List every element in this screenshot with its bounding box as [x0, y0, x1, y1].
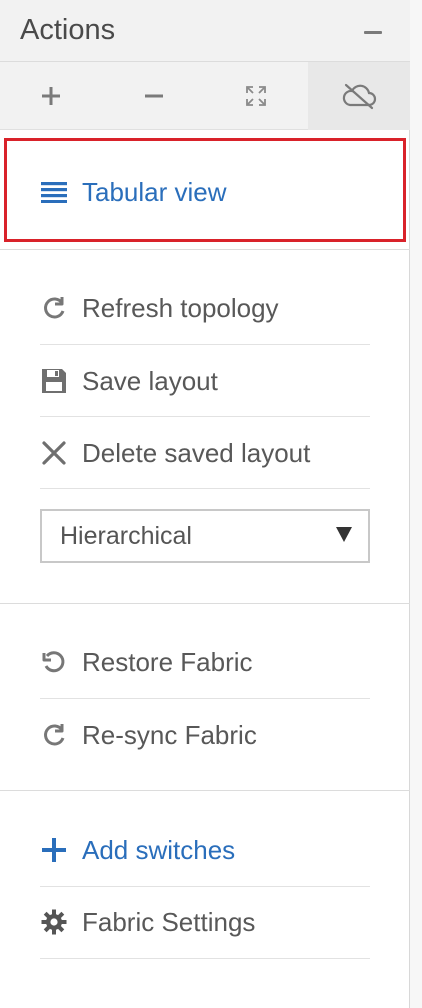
- save-layout-label: Save layout: [82, 365, 218, 396]
- refresh-icon: [40, 721, 68, 749]
- topology-toolbar: [0, 62, 410, 130]
- zoom-in-icon: [42, 87, 61, 105]
- actions-panel: Actions Tabular view Refresh topology Sa…: [0, 0, 410, 1008]
- undo-icon: [40, 648, 68, 676]
- resync-fabric-button[interactable]: Re-sync Fabric: [40, 699, 370, 771]
- fit-screen-icon: [246, 86, 267, 106]
- delete-saved-layout-button[interactable]: Delete saved layout: [40, 417, 370, 489]
- refresh-topology-button[interactable]: Refresh topology: [40, 272, 370, 344]
- refresh-icon: [40, 294, 68, 322]
- layout-select[interactable]: Hierarchical: [40, 509, 370, 563]
- highlight-box: [4, 138, 406, 242]
- refresh-topology-label: Refresh topology: [82, 292, 279, 323]
- cloud-off-icon: [342, 83, 376, 110]
- fabric-settings-button[interactable]: Fabric Settings: [40, 886, 370, 958]
- divider: [40, 958, 370, 959]
- section-divider: [0, 249, 410, 250]
- close-icon: [40, 439, 68, 467]
- resync-fabric-label: Re-sync Fabric: [82, 719, 257, 750]
- add-switches-button[interactable]: Add switches: [40, 814, 370, 886]
- cloud-toggle-button[interactable]: [307, 62, 410, 130]
- zoom-out-icon: [144, 94, 163, 98]
- collapse-icon[interactable]: [364, 31, 382, 34]
- floppy-disk-icon: [40, 367, 68, 395]
- zoom-out-button[interactable]: [103, 62, 206, 130]
- save-layout-button[interactable]: Save layout: [40, 345, 370, 417]
- fabric-settings-label: Fabric Settings: [82, 906, 256, 937]
- zoom-in-button[interactable]: [0, 62, 103, 130]
- fit-screen-button[interactable]: [205, 62, 308, 130]
- caret-down-icon: [336, 527, 352, 542]
- plus-icon: [40, 836, 68, 864]
- actions-title: Actions: [20, 14, 116, 46]
- section-divider: [0, 790, 410, 791]
- gear-icon: [40, 908, 68, 936]
- restore-fabric-label: Restore Fabric: [82, 646, 253, 677]
- actions-header: Actions: [0, 0, 410, 62]
- add-switches-label: Add switches: [82, 834, 236, 865]
- layout-select-value: Hierarchical: [60, 521, 192, 550]
- restore-fabric-button[interactable]: Restore Fabric: [40, 626, 370, 698]
- scrollbar[interactable]: [410, 0, 422, 1008]
- delete-saved-layout-label: Delete saved layout: [82, 437, 311, 468]
- divider: [40, 488, 370, 489]
- section-divider: [0, 603, 410, 604]
